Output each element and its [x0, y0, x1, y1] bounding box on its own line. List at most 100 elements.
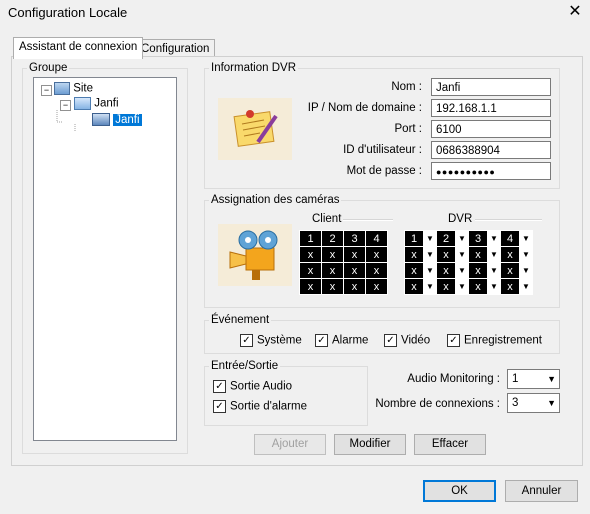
chevron-down-icon[interactable]: ▼ [487, 278, 501, 295]
dvr-device-icon [92, 113, 110, 126]
video-checkbox[interactable]: ✓ Vidéo [384, 334, 430, 347]
client-cell[interactable]: x [321, 278, 344, 295]
audio-monitoring-value: 1 [512, 373, 519, 385]
dvr-cell[interactable]: x [468, 278, 488, 295]
effacer-button[interactable]: Effacer [414, 434, 486, 455]
dvr-grid: 1 ▼ 2 ▼ 3 ▼ 4 ▼ x ▼ x ▼ x ▼ x ▼ x ▼ x ▼ x ▼ x ▼ x ▼ x… [404, 230, 533, 295]
chevron-down-icon[interactable]: ▼ [455, 262, 469, 279]
chevron-down-icon[interactable]: ▼ [455, 246, 469, 263]
chevron-down-icon[interactable]: ▼ [455, 278, 469, 295]
dvr-cell[interactable]: x [404, 262, 424, 279]
client-cell[interactable]: x [365, 262, 388, 279]
dvr-cell[interactable]: x [500, 246, 520, 263]
client-cell[interactable]: x [321, 246, 344, 263]
dvr-cell[interactable]: 2 [436, 230, 456, 247]
dvr-cell[interactable]: 4 [500, 230, 520, 247]
dvr-cell[interactable]: 1 [404, 230, 424, 247]
ok-button[interactable]: OK [423, 480, 496, 502]
audio-monitoring-label: Audio Monitoring : [407, 373, 500, 385]
chevron-down-icon[interactable]: ▼ [423, 278, 437, 295]
tree-node-janfi-group[interactable]: Janfi [74, 97, 119, 110]
user-id-label: ID d'utilisateur : [343, 144, 422, 156]
check-icon: ✓ [213, 380, 226, 393]
ip-field[interactable]: 192.168.1.1 [431, 99, 551, 117]
close-icon[interactable]: ✕ [566, 2, 584, 22]
client-cell[interactable]: x [343, 246, 366, 263]
client-header-rule [343, 219, 393, 221]
password-field[interactable]: ●●●●●●●●●● [431, 162, 551, 180]
dvr-cell[interactable]: x [436, 262, 456, 279]
client-cell[interactable]: x [343, 262, 366, 279]
port-field[interactable]: 6100 [431, 120, 551, 138]
dvr-cell[interactable]: x [404, 278, 424, 295]
entree-sortie-legend: Entrée/Sortie [211, 360, 279, 372]
ajouter-button[interactable]: Ajouter [254, 434, 326, 455]
sortie-alarme-label: Sortie d'alarme [230, 400, 307, 413]
dvr-cell[interactable]: x [436, 246, 456, 263]
dvr-header: DVR [448, 213, 473, 225]
client-cell[interactable]: x [299, 246, 322, 263]
chevron-down-icon[interactable]: ▼ [519, 230, 533, 247]
chevron-down-icon[interactable]: ▼ [519, 278, 533, 295]
chevron-down-icon[interactable]: ▼ [487, 230, 501, 247]
tree-node-janfi-dvr[interactable]: Janfi [92, 113, 142, 126]
chevron-down-icon[interactable]: ▼ [487, 262, 501, 279]
entree-sortie-group: Entrée/Sortie [204, 360, 368, 426]
client-cell[interactable]: x [321, 262, 344, 279]
client-cell[interactable]: x [365, 246, 388, 263]
client-cell[interactable]: 4 [365, 230, 388, 247]
alarme-label: Alarme [332, 334, 369, 347]
nom-field[interactable]: Janfi [431, 78, 551, 96]
chevron-down-icon[interactable]: ▼ [487, 246, 501, 263]
expander-site[interactable]: − [41, 85, 52, 96]
dvr-cell[interactable]: x [500, 262, 520, 279]
chevron-down-icon: ▼ [547, 374, 556, 384]
client-cell[interactable]: x [299, 262, 322, 279]
client-cell[interactable]: 3 [343, 230, 366, 247]
tree-node-janfi-dvr-label: Janfi [113, 113, 142, 126]
sortie-alarme-checkbox[interactable]: ✓ Sortie d'alarme [213, 400, 307, 413]
chevron-down-icon[interactable]: ▼ [423, 246, 437, 263]
client-cell[interactable]: x [365, 278, 388, 295]
user-id-field[interactable]: 0686388904 [431, 141, 551, 159]
systeme-checkbox[interactable]: ✓ Système [240, 334, 302, 347]
tree-node-site[interactable]: Site [54, 82, 93, 95]
client-cell[interactable]: 1 [299, 230, 322, 247]
nom-label: Nom : [391, 81, 422, 93]
audio-monitoring-select[interactable]: 1 ▼ [507, 369, 560, 389]
expander-janfi[interactable]: − [60, 100, 71, 111]
chevron-down-icon[interactable]: ▼ [455, 230, 469, 247]
dvr-cell[interactable]: x [436, 278, 456, 295]
client-cell[interactable]: 2 [321, 230, 344, 247]
sortie-audio-label: Sortie Audio [230, 380, 293, 393]
chevron-down-icon[interactable]: ▼ [423, 230, 437, 247]
dvr-cell[interactable]: 3 [468, 230, 488, 247]
information-dvr-legend: Information DVR [211, 62, 297, 74]
dvr-cell[interactable]: x [468, 262, 488, 279]
enregistrement-checkbox[interactable]: ✓ Enregistrement [447, 334, 542, 347]
tab-assistant-connexion[interactable]: Assistant de connexion [13, 37, 144, 59]
client-cell[interactable]: x [299, 278, 322, 295]
tree-node-site-label: Site [73, 82, 94, 95]
dvr-cell[interactable]: x [500, 278, 520, 295]
check-icon: ✓ [240, 334, 253, 347]
dvr-cell[interactable]: x [468, 246, 488, 263]
client-grid: 1 2 3 4 x x x x x x x x x x x x [299, 230, 388, 295]
alarme-checkbox[interactable]: ✓ Alarme [315, 334, 368, 347]
nombre-connexions-select[interactable]: 3 ▼ [507, 393, 560, 413]
chevron-down-icon[interactable]: ▼ [423, 262, 437, 279]
client-cell[interactable]: x [343, 278, 366, 295]
annuler-button[interactable]: Annuler [505, 480, 578, 502]
dvr-cell[interactable]: x [404, 246, 424, 263]
systeme-label: Système [257, 334, 302, 347]
enregistrement-label: Enregistrement [464, 334, 542, 347]
modifier-button[interactable]: Modifier [334, 434, 406, 455]
group-tree[interactable]: − Site − Janfi Janfi [33, 77, 177, 441]
check-icon: ✓ [213, 400, 226, 413]
dvr-header-rule [475, 219, 542, 221]
sortie-audio-checkbox[interactable]: ✓ Sortie Audio [213, 380, 292, 393]
client-header: Client [312, 213, 342, 225]
chevron-down-icon[interactable]: ▼ [519, 262, 533, 279]
chevron-down-icon[interactable]: ▼ [519, 246, 533, 263]
evenement-legend: Événement [211, 314, 270, 326]
